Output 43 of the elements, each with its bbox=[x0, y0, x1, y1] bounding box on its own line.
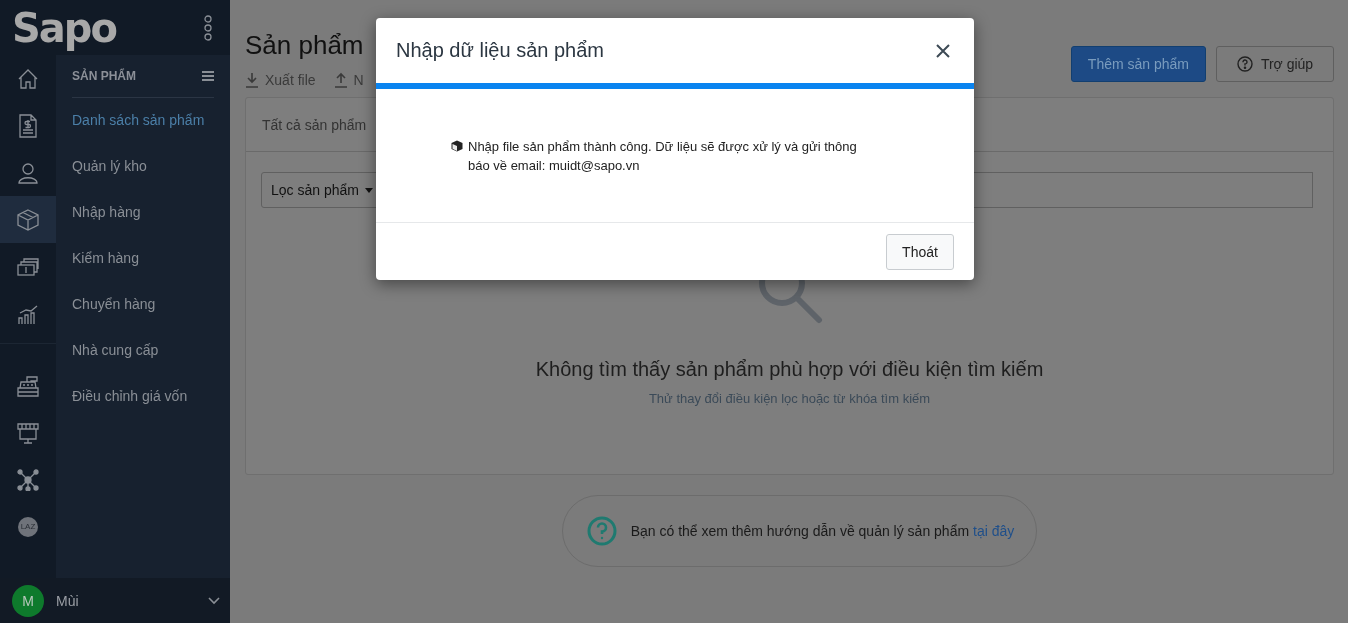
help-text: Bạn có thể xem thêm hướng dẫn về quản lý sản phẩm bbox=[630, 523, 970, 539]
empty-hint: Thử thay đổi điều kiện lọc hoặc từ khóa tìm kiếm bbox=[648, 391, 931, 406]
user-avatar[interactable]: M bbox=[12, 584, 44, 617]
chevron-down-icon[interactable] bbox=[208, 596, 220, 605]
exit-button[interactable]: Thoát bbox=[886, 233, 954, 270]
help-button[interactable]: Trợ giúp bbox=[1216, 46, 1334, 82]
submenu-item[interactable]: Chuyển hàng bbox=[72, 292, 214, 338]
submenu-item[interactable]: Quản lý kho bbox=[72, 154, 214, 200]
home-icon bbox=[17, 67, 39, 90]
box-icon bbox=[451, 139, 463, 152]
submenu-item[interactable]: Nhà cung cấp bbox=[72, 338, 214, 384]
cash-icon bbox=[17, 257, 39, 276]
action-link[interactable]: Xuất file bbox=[245, 72, 316, 88]
submenu-item[interactable]: Kiểm hàng bbox=[72, 246, 214, 292]
nav-item[interactable] bbox=[0, 196, 56, 243]
caret-icon bbox=[364, 187, 373, 193]
download-icon bbox=[245, 72, 259, 88]
dialog-title: Nhập dữ liệu sản phẩm bbox=[396, 39, 604, 62]
submenu-item[interactable]: Danh sách sản phẩm bbox=[72, 108, 214, 154]
submenu-item[interactable]: Nhập hàng bbox=[72, 200, 214, 246]
invoice-icon bbox=[18, 113, 38, 138]
dialog-message: Nhập file sản phẩm thành công. Dữ liệu sẽ được xử lý và gửi thông báo về email: muidt@sapo.vn bbox=[468, 137, 858, 175]
page-title: Sản phẩm bbox=[245, 29, 364, 62]
channel-badge[interactable]: LAZ bbox=[18, 516, 38, 537]
empty-title: Không tìm thấy sản phẩm phù hợp với điều kiện tìm kiếm bbox=[535, 358, 1044, 381]
network-icon[interactable] bbox=[17, 468, 39, 491]
more-icon[interactable] bbox=[204, 14, 212, 41]
action-link[interactable]: N bbox=[333, 72, 364, 88]
user-name: Mùi bbox=[56, 592, 80, 609]
user-icon bbox=[17, 161, 39, 184]
store-icon[interactable] bbox=[17, 421, 39, 444]
add-product-button[interactable]: Thêm sản phẩm bbox=[1070, 46, 1206, 82]
section-title: SẢN PHẨM bbox=[72, 69, 136, 83]
help-link[interactable]: tại đây bbox=[973, 523, 1015, 539]
tab[interactable]: Tất cả sản phẩm bbox=[262, 116, 367, 133]
question-icon bbox=[1236, 56, 1253, 72]
close-icon[interactable] bbox=[936, 43, 950, 58]
menu-icon[interactable] bbox=[202, 71, 214, 81]
submenu-item[interactable]: Điều chỉnh giá vốn bbox=[72, 384, 214, 430]
box-icon bbox=[17, 208, 39, 231]
question-icon bbox=[586, 516, 617, 546]
upload-icon bbox=[333, 72, 348, 88]
cash-register-icon[interactable] bbox=[17, 374, 39, 397]
